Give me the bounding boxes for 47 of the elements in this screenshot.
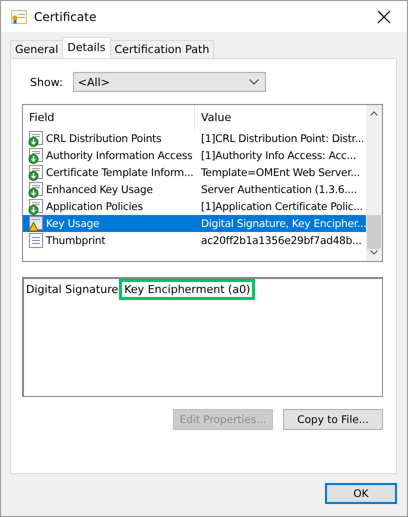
list-row[interactable]: CRL Distribution Points [1]CRL Distribution Point: Distr...: [23, 130, 366, 147]
window-title: Certificate: [34, 10, 98, 24]
field-name: Certificate Template Inform...: [46, 166, 194, 178]
document-icon: [28, 232, 44, 248]
scrollbar[interactable]: [366, 105, 382, 261]
action-button[interactable]: Copy to File...: [283, 409, 383, 430]
detail-text: Key Encipherment (a0): [122, 282, 252, 297]
scroll-down-icon[interactable]: [370, 250, 378, 255]
field-value: ac20ff2b1a1356e29bf7ad48b...: [200, 234, 363, 246]
list-row[interactable]: Enhanced Key Usage Server Authentication (1.3.6....: [23, 181, 366, 198]
warning-icon: [28, 216, 44, 232]
show-label: Show:: [30, 76, 63, 88]
field-value: Digital Signature, Key Encipher...: [200, 218, 366, 230]
extension-icon: [28, 148, 44, 164]
field-name: Enhanced Key Usage: [46, 184, 153, 196]
field-name: Application Policies: [46, 200, 143, 212]
column-header[interactable]: Value: [195, 105, 366, 130]
tab[interactable]: Details: [62, 37, 110, 58]
extension-icon: [28, 130, 44, 146]
show-dropdown[interactable]: <All>: [72, 72, 266, 92]
field-value: Server Authentication (1.3.6....: [200, 184, 358, 196]
tab[interactable]: General: [10, 40, 64, 58]
field-name: Authority Information Access: [46, 150, 192, 162]
ok-button[interactable]: OK: [325, 483, 397, 504]
extension-icon: [28, 182, 44, 198]
list-row[interactable]: Key Usage Digital Signature, Key Encipher...: [23, 215, 366, 232]
field-value: [1]Authority Info Access: Acc...: [200, 150, 357, 162]
extension-icon: [28, 198, 44, 214]
field-value: [1]Application Certificate Polic...: [200, 200, 364, 212]
detail-text: Digital Signature: [26, 282, 118, 297]
list-row[interactable]: Application Policies [1]Application Certificate Polic...: [23, 198, 366, 215]
field-value: [1]CRL Distribution Point: Distr...: [200, 132, 366, 144]
certificate-icon: [11, 10, 27, 24]
close-icon[interactable]: [377, 10, 391, 24]
scroll-up-icon[interactable]: [370, 111, 378, 116]
field-value: Template=OMEnt Web Server...: [200, 166, 361, 178]
field-name: CRL Distribution Points: [46, 132, 162, 144]
list-row[interactable]: Certificate Template Inform... Template=OMEnt Web Server...: [23, 164, 366, 181]
field-name: Thumbprint: [46, 234, 106, 246]
column-header[interactable]: Field: [23, 105, 195, 130]
list-row[interactable]: Thumbprint ac20ff2b1a1356e29bf7ad48b...: [23, 232, 366, 249]
tab[interactable]: Certification Path: [110, 40, 214, 58]
field-name: Key Usage: [46, 218, 100, 230]
scroll-thumb[interactable]: [367, 215, 381, 249]
list-row[interactable]: Authority Information Access [1]Authority Info Access: Acc...: [23, 147, 366, 164]
extension-icon: [28, 164, 44, 180]
chevron-down-icon: [248, 79, 259, 85]
